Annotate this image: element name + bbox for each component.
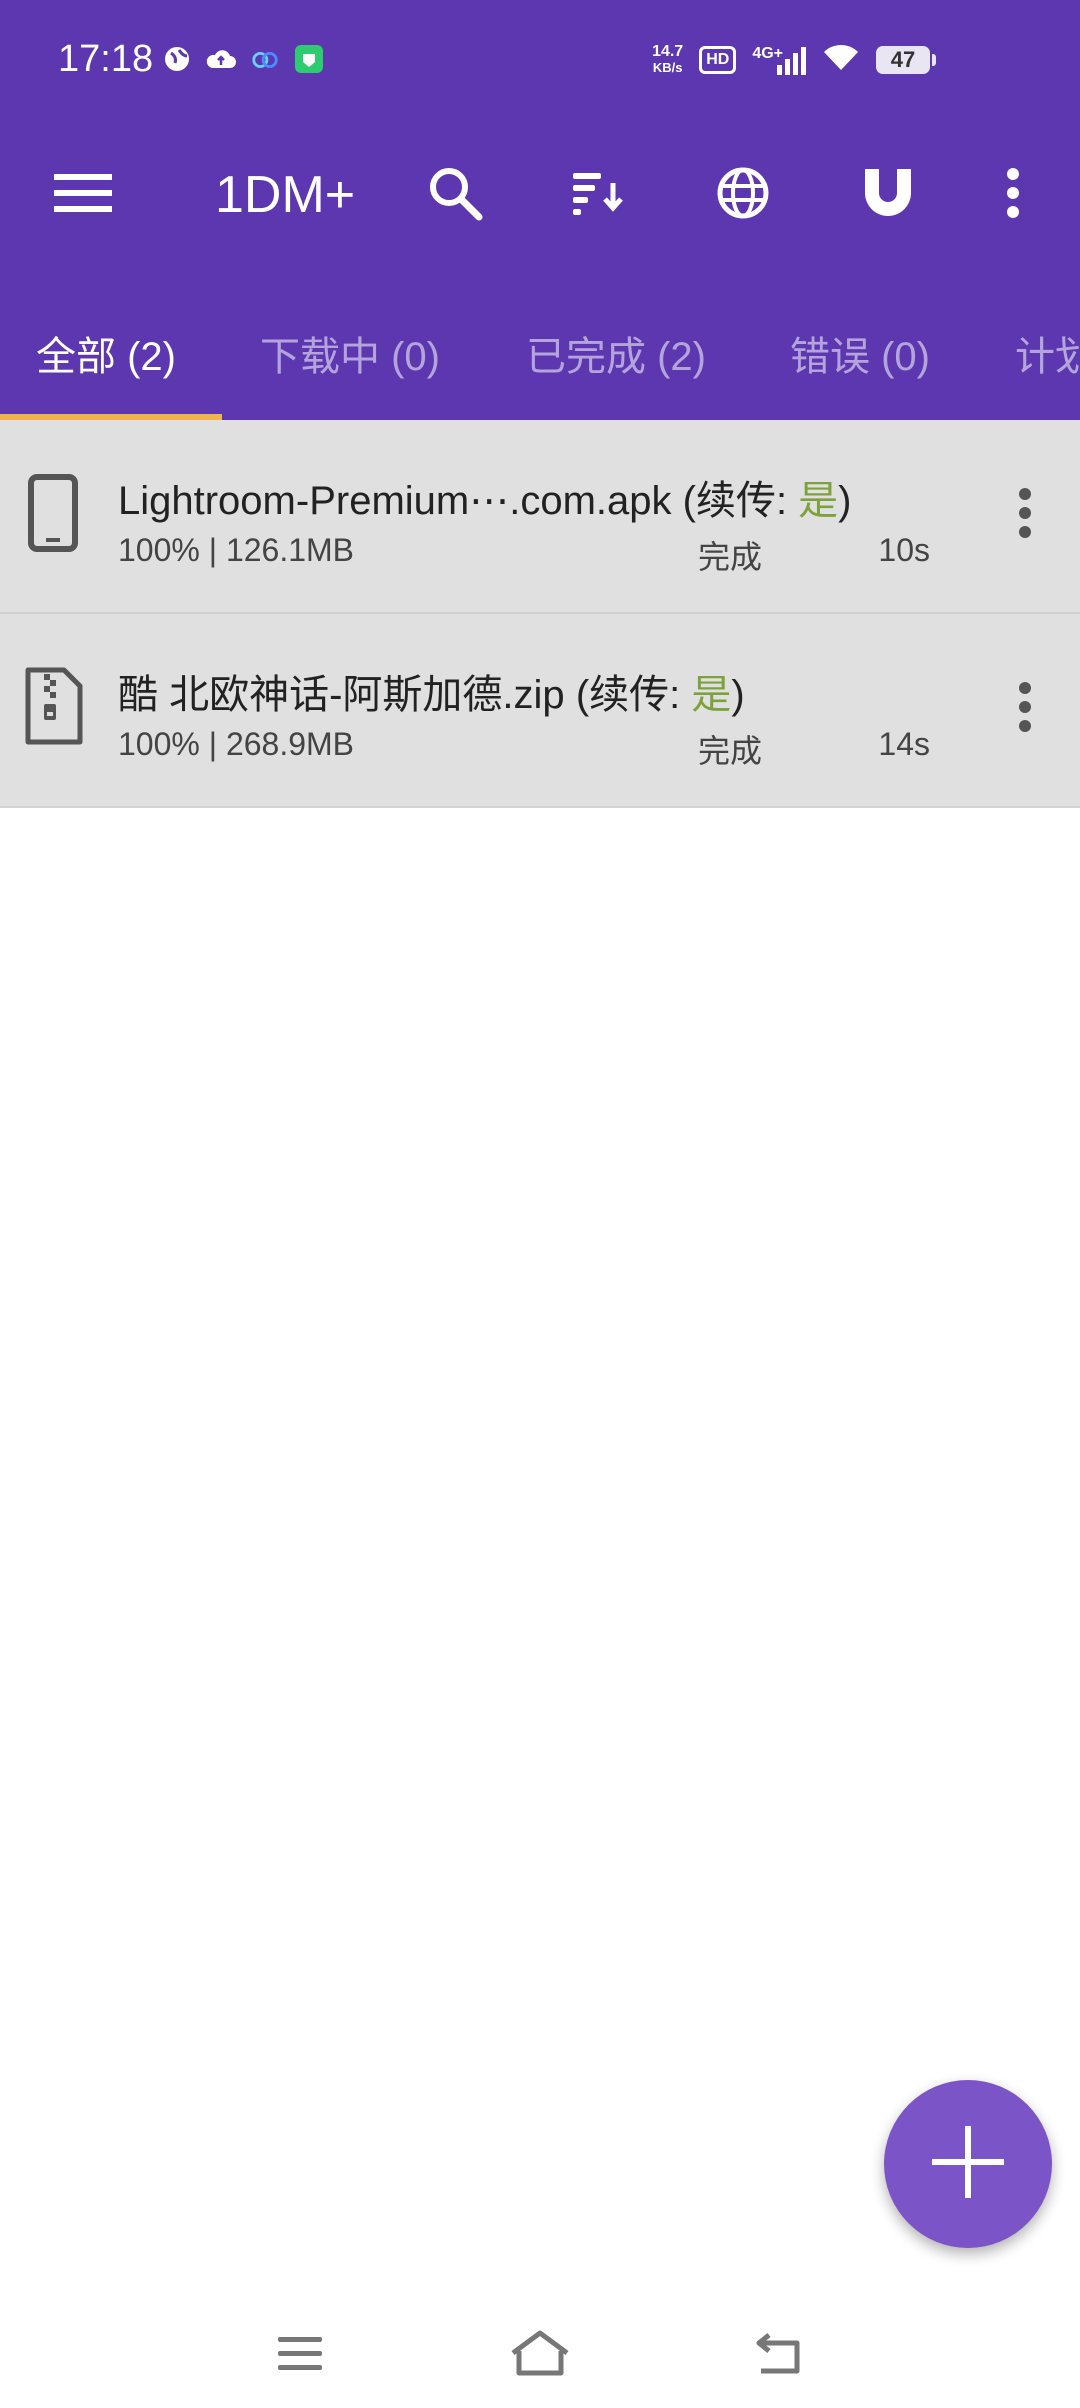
item-more-button[interactable] (990, 664, 1060, 754)
back-button[interactable] (740, 2320, 820, 2390)
download-list: Lightroom-Premium⋯.com.apk (续传: 是) 100% … (0, 420, 1080, 808)
more-vertical-icon (1005, 167, 1021, 224)
menu-button[interactable] (38, 140, 128, 250)
phone-icon (20, 472, 86, 560)
download-item[interactable]: Lightroom-Premium⋯.com.apk (续传: 是) 100% … (0, 420, 1080, 614)
app-notification-icon (294, 44, 324, 74)
toolbar: 1DM+ (0, 140, 1080, 250)
torrent-magnet-button[interactable] (843, 140, 933, 250)
recent-apps-button[interactable] (260, 2320, 340, 2390)
overflow-menu-button[interactable] (968, 140, 1058, 250)
status-time: 17:18 (58, 38, 154, 80)
download-elapsed-time: 10s (878, 532, 930, 568)
more-vertical-icon (1018, 681, 1032, 737)
resume-supported-value: 是 (798, 479, 839, 523)
download-progress-size: 100% | 126.1MB (118, 532, 355, 568)
download-status: 完成 (698, 733, 763, 769)
globe-browser-icon (716, 166, 770, 225)
add-download-button[interactable] (884, 2080, 1052, 2248)
search-button[interactable] (410, 140, 500, 250)
plus-icon (930, 2124, 1006, 2205)
download-filename: Lightroom-Premium⋯.com.apk (续传: 是) (118, 479, 852, 523)
back-arrow-icon (753, 2329, 807, 2382)
tab-scheduled[interactable]: 计划 (1015, 324, 1080, 382)
cloud-sync-icon (250, 44, 280, 74)
download-item[interactable]: 酷 北欧神话-阿斯加德.zip (续传: 是) 100% | 268.9MB 完… (0, 614, 1080, 808)
tab-downloading[interactable]: 下载中 (0) (260, 324, 440, 382)
network-speed: 14.7 KB/s (652, 42, 684, 75)
search-icon (427, 165, 483, 226)
download-status: 完成 (698, 539, 763, 575)
hd-voice-badge: HD (699, 45, 737, 74)
cloud-upload-icon (206, 44, 236, 74)
more-vertical-icon (1018, 487, 1032, 543)
tab-completed[interactable]: 已完成 (2) (526, 324, 706, 382)
system-navigation-bar (0, 2300, 1080, 2408)
app-title: 1DM+ (215, 166, 356, 224)
tab-error[interactable]: 错误 (0) (790, 324, 930, 382)
resume-supported-value: 是 (691, 673, 732, 717)
status-notification-icons (162, 44, 324, 74)
hamburger-menu-icon (54, 172, 112, 219)
app-header: 17:18 14.7 KB/s HD 4G+ 47 1DM+ 全部 (2) 下载… (0, 0, 1080, 420)
download-progress-size: 100% | 268.9MB (118, 726, 355, 762)
browser-button[interactable] (698, 140, 788, 250)
cellular-signal-icon: 4G+ (752, 45, 806, 75)
wifi-icon (822, 42, 860, 77)
globe-notification-icon (162, 44, 192, 74)
sort-button[interactable] (553, 140, 643, 250)
tab-all[interactable]: 全部 (2) (36, 324, 176, 382)
status-system-icons: 14.7 KB/s HD 4G+ 47 (652, 42, 936, 77)
download-elapsed-time: 14s (878, 726, 930, 762)
sort-descending-icon (571, 171, 625, 220)
zip-file-icon (20, 666, 86, 754)
magnet-icon (861, 165, 915, 226)
tab-bar: 全部 (2) 下载中 (0) 已完成 (2) 错误 (0) 计划 (0, 290, 1080, 420)
download-filename: 酷 北欧神话-阿斯加德.zip (续传: 是) (118, 673, 745, 717)
item-more-button[interactable] (990, 470, 1060, 560)
recents-menu-icon (276, 2333, 324, 2378)
home-icon (509, 2329, 571, 2382)
battery-indicator: 47 (876, 45, 936, 74)
home-button[interactable] (500, 2320, 580, 2390)
